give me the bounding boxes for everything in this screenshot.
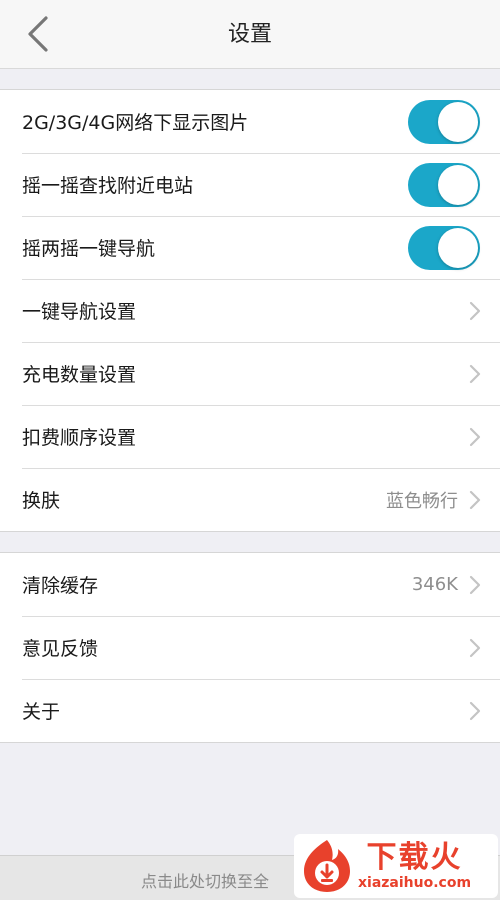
navigation-bar: 设置 <box>0 0 500 69</box>
setting-label: 摇两摇一键导航 <box>22 238 156 260</box>
show-images-toggle[interactable] <box>408 99 480 144</box>
chevron-right-icon <box>468 637 482 659</box>
setting-row-show-images: 2G/3G/4G网络下显示图片 <box>0 90 500 153</box>
setting-row-skin[interactable]: 换肤 蓝色畅行 <box>0 468 500 531</box>
setting-row-feedback[interactable]: 意见反馈 <box>0 616 500 679</box>
setting-label: 意见反馈 <box>22 638 99 660</box>
setting-label: 一键导航设置 <box>22 301 137 323</box>
settings-group-display: 2G/3G/4G网络下显示图片 摇一摇查找附近电站 摇两摇一键导航 一键导航设置 <box>0 89 500 532</box>
setting-label: 充电数量设置 <box>22 364 137 386</box>
setting-row-about[interactable]: 关于 <box>0 679 500 742</box>
watermark-texts: 下载火 xiazaihuo.com <box>358 840 472 892</box>
chevron-right-icon <box>468 363 482 385</box>
setting-row-shake-twice-navigate: 摇两摇一键导航 <box>0 216 500 279</box>
watermark-url: xiazaihuo.com <box>358 875 472 891</box>
shake-find-station-toggle[interactable] <box>408 162 480 207</box>
setting-row-charge-amount[interactable]: 充电数量设置 <box>0 342 500 405</box>
settings-screen: 设置 2G/3G/4G网络下显示图片 摇一摇查找附近电站 摇两摇一键导航 一键导… <box>0 0 500 900</box>
settings-group-misc: 清除缓存 346K 意见反馈 关于 <box>0 552 500 743</box>
page-title: 设置 <box>227 22 272 47</box>
setting-row-shake-find-station: 摇一摇查找附近电站 <box>0 153 500 216</box>
setting-row-deduction-order[interactable]: 扣费顺序设置 <box>0 405 500 468</box>
toggle-knob <box>438 227 478 268</box>
chevron-right-icon <box>468 426 482 448</box>
flame-logo-icon <box>304 840 350 892</box>
setting-row-clear-cache[interactable]: 清除缓存 346K <box>0 553 500 616</box>
setting-label: 2G/3G/4G网络下显示图片 <box>22 112 249 134</box>
chevron-right-icon <box>468 700 482 722</box>
chevron-right-icon <box>468 489 482 511</box>
chevron-right-icon <box>468 300 482 322</box>
setting-label: 换肤 <box>22 490 61 512</box>
chevron-right-icon <box>468 574 482 596</box>
setting-label: 摇一摇查找附近电站 <box>22 175 194 197</box>
toggle-knob <box>438 101 478 142</box>
setting-label: 关于 <box>22 701 61 723</box>
skin-value: 蓝色畅行 <box>386 490 458 512</box>
toggle-knob <box>438 164 478 205</box>
setting-row-one-key-navigation[interactable]: 一键导航设置 <box>0 279 500 342</box>
setting-label: 清除缓存 <box>22 575 99 597</box>
watermark-name: 下载火 <box>366 840 463 875</box>
shake-twice-navigate-toggle[interactable] <box>408 225 480 270</box>
cache-size-value: 346K <box>411 574 458 595</box>
setting-label: 扣费顺序设置 <box>22 427 137 449</box>
watermark-badge: 下载火 xiazaihuo.com <box>294 834 498 898</box>
